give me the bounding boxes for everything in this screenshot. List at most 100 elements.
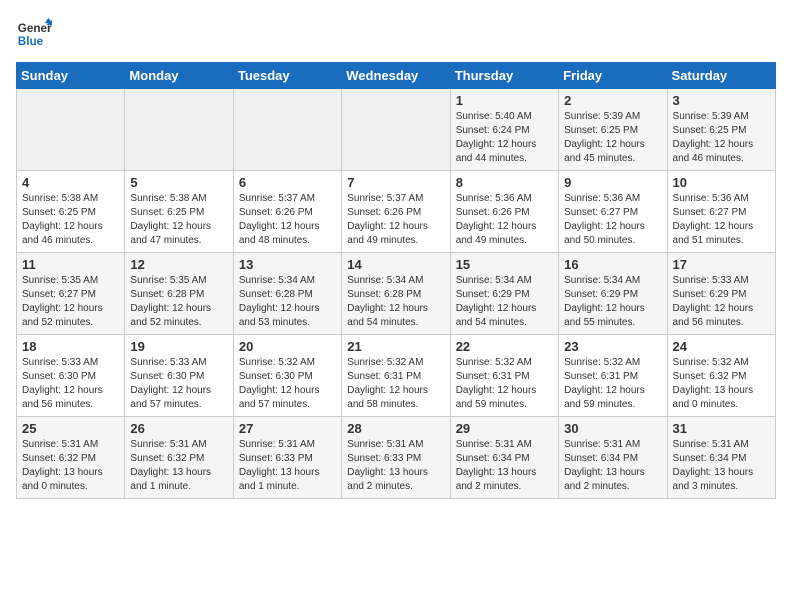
day-info: Sunrise: 5:32 AM Sunset: 6:31 PM Dayligh… [347, 356, 444, 412]
day-number: 15 [456, 257, 553, 272]
day-info: Sunrise: 5:32 AM Sunset: 6:31 PM Dayligh… [456, 356, 553, 412]
logo: General Blue [16, 16, 58, 52]
calendar-cell: 2 Sunrise: 5:39 AM Sunset: 6:25 PM Daylig… [559, 89, 667, 171]
day-number: 9 [564, 175, 661, 190]
day-number: 21 [347, 339, 444, 354]
day-number: 31 [673, 421, 770, 436]
day-number: 5 [130, 175, 227, 190]
day-number: 30 [564, 421, 661, 436]
logo-icon: General Blue [16, 16, 52, 52]
day-number: 20 [239, 339, 336, 354]
day-info: Sunrise: 5:33 AM Sunset: 6:30 PM Dayligh… [130, 356, 227, 412]
calendar-cell [342, 89, 450, 171]
svg-text:Blue: Blue [18, 35, 44, 48]
calendar-cell: 9Sunrise: 5:36 AM Sunset: 6:27 PM Daylig… [559, 171, 667, 253]
day-number: 28 [347, 421, 444, 436]
day-number: 19 [130, 339, 227, 354]
day-info: Sunrise: 5:40 AM Sunset: 6:24 PM Dayligh… [456, 110, 553, 166]
day-number: 12 [130, 257, 227, 272]
day-number: 16 [564, 257, 661, 272]
calendar-cell: 18Sunrise: 5:33 AM Sunset: 6:30 PM Dayli… [17, 335, 125, 417]
weekday-header-tuesday: Tuesday [233, 63, 341, 89]
day-info: Sunrise: 5:32 AM Sunset: 6:31 PM Dayligh… [564, 356, 661, 412]
calendar-cell: 26 Sunrise: 5:31 AM Sunset: 6:32 PM Dayli… [125, 417, 233, 499]
day-info: Sunrise: 5:38 AM Sunset: 6:25 PM Dayligh… [22, 192, 119, 248]
calendar-week-row: 25 Sunrise: 5:31 AM Sunset: 6:32 PM Dayli… [17, 417, 776, 499]
day-info: Sunrise: 5:39 AM Sunset: 6:25 PM Dayligh… [564, 110, 661, 166]
day-number: 23 [564, 339, 661, 354]
day-info: Sunrise: 5:34 AM Sunset: 6:29 PM Dayligh… [456, 274, 553, 330]
day-info: Sunrise: 5:31 AM Sunset: 6:32 PM Dayligh… [22, 438, 119, 494]
calendar-cell: 5 Sunrise: 5:38 AM Sunset: 6:25 PM Daylig… [125, 171, 233, 253]
calendar-cell: 19 Sunrise: 5:33 AM Sunset: 6:30 PM Dayli… [125, 335, 233, 417]
day-info: Sunrise: 5:37 AM Sunset: 6:26 PM Dayligh… [347, 192, 444, 248]
calendar-cell: 16 Sunrise: 5:34 AM Sunset: 6:29 PM Dayli… [559, 253, 667, 335]
calendar-cell [17, 89, 125, 171]
calendar-cell: 30 Sunrise: 5:31 AM Sunset: 6:34 PM Dayli… [559, 417, 667, 499]
day-number: 4 [22, 175, 119, 190]
day-info: Sunrise: 5:36 AM Sunset: 6:27 PM Dayligh… [673, 192, 770, 248]
calendar-cell: 10Sunrise: 5:36 AM Sunset: 6:27 PM Dayli… [667, 171, 775, 253]
day-info: Sunrise: 5:36 AM Sunset: 6:26 PM Dayligh… [456, 192, 553, 248]
day-info: Sunrise: 5:31 AM Sunset: 6:33 PM Dayligh… [239, 438, 336, 494]
calendar-cell: 11 Sunrise: 5:35 AM Sunset: 6:27 PM Dayli… [17, 253, 125, 335]
calendar-cell: 13Sunrise: 5:34 AM Sunset: 6:28 PM Dayli… [233, 253, 341, 335]
day-number: 26 [130, 421, 227, 436]
day-info: Sunrise: 5:32 AM Sunset: 6:30 PM Dayligh… [239, 356, 336, 412]
day-number: 29 [456, 421, 553, 436]
calendar-cell: 27 Sunrise: 5:31 AM Sunset: 6:33 PM Dayli… [233, 417, 341, 499]
calendar-cell: 4 Sunrise: 5:38 AM Sunset: 6:25 PM Daylig… [17, 171, 125, 253]
weekday-header-thursday: Thursday [450, 63, 558, 89]
day-info: Sunrise: 5:37 AM Sunset: 6:26 PM Dayligh… [239, 192, 336, 248]
day-info: Sunrise: 5:34 AM Sunset: 6:28 PM Dayligh… [347, 274, 444, 330]
day-number: 24 [673, 339, 770, 354]
day-info: Sunrise: 5:31 AM Sunset: 6:33 PM Dayligh… [347, 438, 444, 494]
calendar-table: SundayMondayTuesdayWednesdayThursdayFrid… [16, 62, 776, 499]
calendar-cell [233, 89, 341, 171]
day-info: Sunrise: 5:31 AM Sunset: 6:34 PM Dayligh… [673, 438, 770, 494]
day-number: 1 [456, 93, 553, 108]
calendar-cell: 24 Sunrise: 5:32 AM Sunset: 6:32 PM Dayli… [667, 335, 775, 417]
calendar-cell: 12 Sunrise: 5:35 AM Sunset: 6:28 PM Dayli… [125, 253, 233, 335]
calendar-cell: 20 Sunrise: 5:32 AM Sunset: 6:30 PM Dayli… [233, 335, 341, 417]
day-number: 17 [673, 257, 770, 272]
day-info: Sunrise: 5:39 AM Sunset: 6:25 PM Dayligh… [673, 110, 770, 166]
day-number: 13 [239, 257, 336, 272]
day-number: 3 [673, 93, 770, 108]
day-info: Sunrise: 5:32 AM Sunset: 6:32 PM Dayligh… [673, 356, 770, 412]
day-number: 27 [239, 421, 336, 436]
day-number: 11 [22, 257, 119, 272]
day-info: Sunrise: 5:33 AM Sunset: 6:29 PM Dayligh… [673, 274, 770, 330]
calendar-week-row: 18Sunrise: 5:33 AM Sunset: 6:30 PM Dayli… [17, 335, 776, 417]
day-info: Sunrise: 5:34 AM Sunset: 6:29 PM Dayligh… [564, 274, 661, 330]
calendar-cell: 8Sunrise: 5:36 AM Sunset: 6:26 PM Daylig… [450, 171, 558, 253]
calendar-cell: 25 Sunrise: 5:31 AM Sunset: 6:32 PM Dayli… [17, 417, 125, 499]
calendar-cell: 17 Sunrise: 5:33 AM Sunset: 6:29 PM Dayli… [667, 253, 775, 335]
calendar-week-row: 11 Sunrise: 5:35 AM Sunset: 6:27 PM Dayli… [17, 253, 776, 335]
day-info: Sunrise: 5:33 AM Sunset: 6:30 PM Dayligh… [22, 356, 119, 412]
calendar-week-row: 1 Sunrise: 5:40 AM Sunset: 6:24 PM Daylig… [17, 89, 776, 171]
day-number: 2 [564, 93, 661, 108]
calendar-cell: 31 Sunrise: 5:31 AM Sunset: 6:34 PM Dayli… [667, 417, 775, 499]
calendar-cell: 14Sunrise: 5:34 AM Sunset: 6:28 PM Dayli… [342, 253, 450, 335]
page-header: General Blue [16, 16, 776, 52]
weekday-header-sunday: Sunday [17, 63, 125, 89]
day-number: 6 [239, 175, 336, 190]
day-number: 22 [456, 339, 553, 354]
day-info: Sunrise: 5:31 AM Sunset: 6:32 PM Dayligh… [130, 438, 227, 494]
calendar-cell: 15 Sunrise: 5:34 AM Sunset: 6:29 PM Dayli… [450, 253, 558, 335]
calendar-cell [125, 89, 233, 171]
day-info: Sunrise: 5:31 AM Sunset: 6:34 PM Dayligh… [564, 438, 661, 494]
calendar-header-row: SundayMondayTuesdayWednesdayThursdayFrid… [17, 63, 776, 89]
calendar-cell: 1 Sunrise: 5:40 AM Sunset: 6:24 PM Daylig… [450, 89, 558, 171]
calendar-cell: 7Sunrise: 5:37 AM Sunset: 6:26 PM Daylig… [342, 171, 450, 253]
day-info: Sunrise: 5:35 AM Sunset: 6:28 PM Dayligh… [130, 274, 227, 330]
calendar-cell: 28 Sunrise: 5:31 AM Sunset: 6:33 PM Dayli… [342, 417, 450, 499]
day-number: 25 [22, 421, 119, 436]
weekday-header-saturday: Saturday [667, 63, 775, 89]
calendar-cell: 23 Sunrise: 5:32 AM Sunset: 6:31 PM Dayli… [559, 335, 667, 417]
calendar-cell: 22 Sunrise: 5:32 AM Sunset: 6:31 PM Dayli… [450, 335, 558, 417]
day-info: Sunrise: 5:35 AM Sunset: 6:27 PM Dayligh… [22, 274, 119, 330]
day-info: Sunrise: 5:38 AM Sunset: 6:25 PM Dayligh… [130, 192, 227, 248]
calendar-cell: 29Sunrise: 5:31 AM Sunset: 6:34 PM Dayli… [450, 417, 558, 499]
